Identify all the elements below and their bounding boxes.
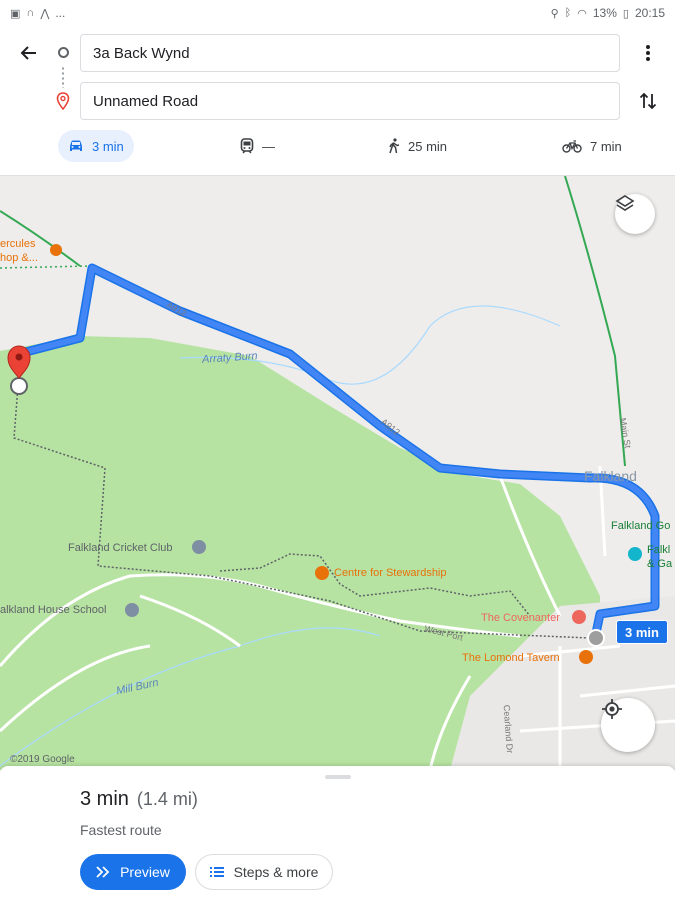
layers-button[interactable]	[615, 194, 655, 234]
travel-mode-tabs: 3 min — 25 min 7 min	[0, 130, 675, 166]
swap-button[interactable]	[635, 86, 661, 116]
walk-time: 25 min	[408, 138, 448, 154]
label-centre-stewardship[interactable]: Centre for Stewardship	[334, 567, 447, 579]
route-description: Fastest route	[80, 822, 162, 838]
battery-icon: ▯	[622, 7, 629, 20]
tab-drive[interactable]: 3 min	[58, 130, 134, 162]
destination-pin-icon	[56, 92, 70, 111]
maps-icon: ⋀	[40, 7, 50, 20]
label-falkland-g2[interactable]: & Ga	[647, 558, 672, 570]
status-left: ▣ ∩ ⋀ ...	[10, 6, 65, 20]
more-options-button[interactable]	[635, 38, 661, 68]
map-view[interactable]: ercules hop &... Arraty Burn A912 A912 F…	[0, 176, 675, 770]
preview-button[interactable]: Preview	[80, 854, 186, 890]
steps-label: Steps & more	[233, 864, 319, 880]
sheet-drag-handle[interactable]	[325, 775, 351, 779]
steps-more-button[interactable]: Steps & more	[195, 854, 333, 890]
map-canvas	[0, 176, 675, 770]
label-hercules-1[interactable]: ercules	[0, 238, 35, 250]
destination-field[interactable]: Unnamed Road	[80, 82, 620, 120]
bike-icon	[562, 140, 582, 153]
destination-circle	[10, 377, 28, 395]
label-falkland-g1[interactable]: Falkl	[647, 544, 670, 556]
drive-time: 3 min	[92, 138, 124, 154]
car-icon	[70, 140, 82, 151]
bike-time: 7 min	[590, 138, 622, 154]
poi-cricket-dot	[192, 540, 206, 554]
more-vert-icon	[646, 45, 650, 61]
image-icon: ▣	[10, 7, 21, 20]
poi-hercules-dot	[50, 244, 62, 256]
label-falkland-go[interactable]: Falkland Go	[611, 520, 670, 532]
swap-vert-icon	[639, 92, 657, 110]
double-chevron-right-icon	[96, 866, 110, 878]
poi-falkland-g-dot	[628, 547, 642, 561]
transit-time: —	[262, 138, 275, 154]
location-icon: ⚲	[550, 7, 559, 20]
train-icon	[240, 138, 254, 154]
dotted-green	[0, 265, 91, 269]
status-right: ⚲ ᛒ ◠ 13% ▯ 20:15	[551, 6, 665, 20]
status-more: ...	[55, 6, 66, 20]
crosshair-icon	[602, 699, 622, 719]
my-location-button[interactable]	[601, 698, 655, 752]
poi-stewardship-dot	[315, 566, 329, 580]
poi-lomond-dot	[579, 650, 593, 664]
route-distance: (1.4 mi)	[136, 789, 198, 809]
tab-bike[interactable]: 7 min	[552, 130, 632, 162]
route-summary: 3 min (1.4 mi)	[80, 788, 198, 811]
route-duration-badge[interactable]: 3 min	[616, 620, 668, 644]
status-time: 20:15	[634, 6, 665, 20]
battery-percent: 13%	[592, 6, 617, 20]
arrow-left-icon	[20, 46, 36, 60]
label-falkland: Falkland	[584, 468, 637, 484]
label-house-school[interactable]: alkland House School	[0, 604, 106, 616]
directions-header: 3a Back Wynd Unnamed Road 3 min — 25 min…	[0, 26, 675, 176]
tab-transit[interactable]: —	[230, 130, 285, 162]
poi-covenanter-dot	[572, 610, 586, 624]
route-dots-connector	[62, 66, 64, 88]
layers-icon	[615, 195, 635, 211]
list-icon	[209, 867, 224, 877]
label-cricket-club[interactable]: Falkland Cricket Club	[68, 542, 173, 554]
route-summary-sheet[interactable]: 3 min (1.4 mi) Fastest route Preview Ste…	[0, 766, 675, 900]
status-bar: ▣ ∩ ⋀ ... ⚲ ᛒ ◠ 13% ▯ 20:15	[0, 0, 675, 26]
origin-marker-icon	[58, 47, 69, 58]
route-time: 3 min	[80, 788, 129, 810]
origin-field[interactable]: 3a Back Wynd	[80, 34, 620, 72]
headset-icon: ∩	[26, 7, 35, 19]
tab-walk[interactable]: 25 min	[378, 130, 457, 162]
poi-school-dot	[125, 603, 139, 617]
label-hercules-2[interactable]: hop &...	[0, 252, 38, 264]
label-lomond-tavern[interactable]: The Lomond Tavern	[462, 652, 560, 664]
walk-icon	[389, 138, 400, 154]
wifi-icon: ◠	[577, 7, 587, 20]
bluetooth-icon: ᛒ	[564, 7, 572, 19]
start-marker	[587, 629, 605, 647]
label-covenanter[interactable]: The Covenanter	[481, 612, 560, 624]
back-button[interactable]	[14, 38, 44, 68]
map-copyright: ©2019 Google	[10, 754, 75, 765]
preview-label: Preview	[120, 864, 170, 880]
